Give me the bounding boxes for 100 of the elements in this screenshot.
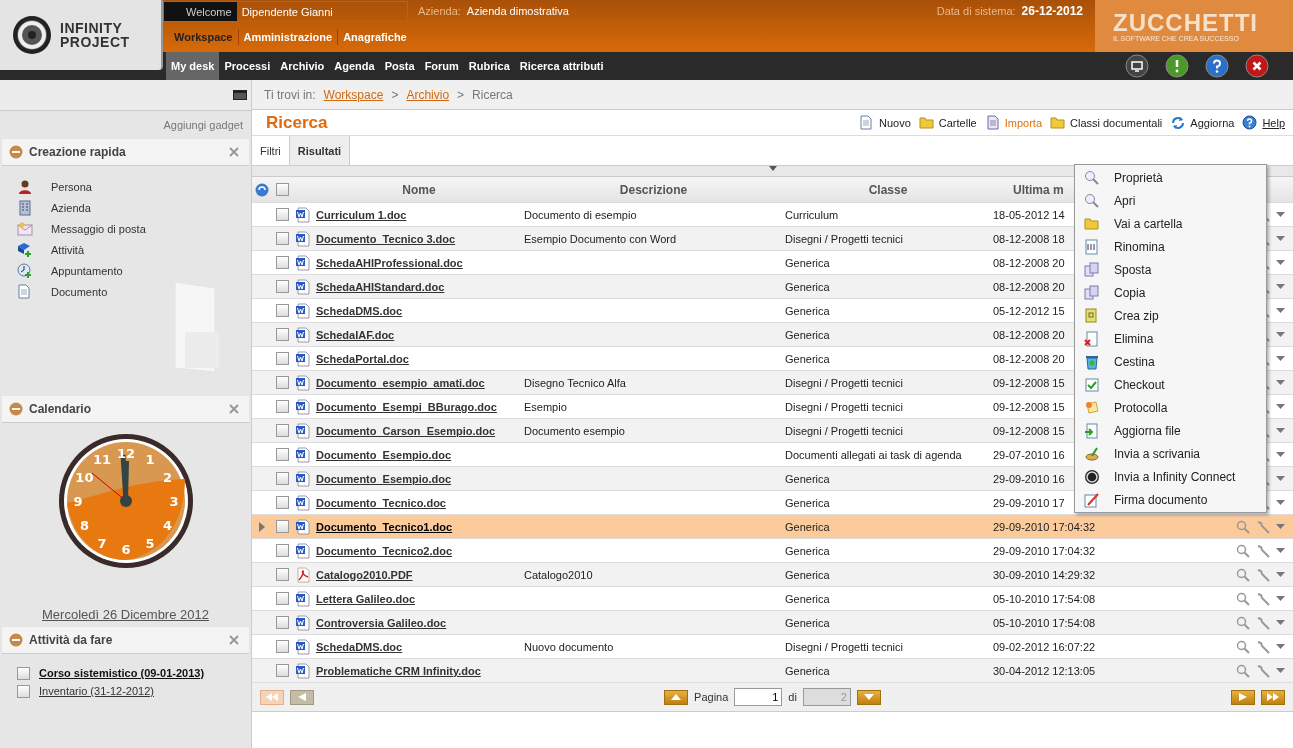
file-link[interactable]: Documento_esempio_amati.doc — [316, 376, 485, 389]
menu-item[interactable]: Aggiorna file — [1075, 419, 1266, 442]
file-link[interactable]: SchedaPortal.doc — [316, 352, 409, 365]
file-link[interactable]: SchedaDMS.doc — [316, 640, 403, 653]
column-header[interactable]: Nome — [402, 182, 436, 197]
checkbox[interactable] — [275, 568, 289, 581]
file-link[interactable]: SchedaAHIProfessional.doc — [316, 256, 463, 269]
toolbar-button[interactable]: Aggiorna — [1170, 114, 1235, 131]
checkbox[interactable] — [275, 376, 289, 389]
checkbox[interactable] — [275, 424, 289, 437]
collapse-icon[interactable] — [9, 402, 23, 416]
search-icon[interactable] — [1236, 663, 1250, 678]
menu-item[interactable]: Invia a scrivania — [1075, 442, 1266, 465]
caret-icon[interactable] — [1276, 548, 1285, 553]
caret-icon[interactable] — [1276, 212, 1285, 217]
collapse-icon[interactable] — [9, 633, 23, 647]
nav-tab[interactable]: Rubrica — [463, 52, 515, 80]
nav-tab[interactable]: My desk — [166, 52, 220, 80]
menu-tab[interactable]: Workspace — [169, 29, 239, 45]
file-link[interactable]: Catalogo2010.PDF — [316, 568, 413, 581]
file-link[interactable]: Documento_Esempi_BBurago.doc — [316, 400, 497, 413]
wrench-icon[interactable] — [1256, 591, 1270, 606]
caret-icon[interactable] — [1276, 428, 1285, 433]
toolbar-button[interactable]: Classi documentali — [1050, 114, 1163, 131]
caret-icon[interactable] — [1276, 260, 1285, 265]
nav-tab[interactable]: Forum — [419, 52, 464, 80]
help-link[interactable]: Help — [1242, 114, 1285, 131]
wrench-icon[interactable] — [1256, 615, 1270, 630]
exclamation-icon[interactable] — [1165, 54, 1189, 78]
checkbox[interactable] — [275, 664, 289, 677]
checkbox[interactable] — [275, 183, 289, 196]
menu-item[interactable]: Checkout — [1075, 373, 1266, 396]
quick-create-link[interactable]: Azienda — [51, 201, 91, 214]
caret-icon[interactable] — [1276, 500, 1285, 505]
caret-icon[interactable] — [1276, 452, 1285, 457]
wrench-icon[interactable] — [1256, 639, 1270, 654]
caret-icon[interactable] — [1276, 308, 1285, 313]
page-up-button[interactable] — [664, 689, 689, 705]
table-row[interactable]: Problematiche CRM Infinity.doc Generica 30-04-2012 12:13:05 — [252, 659, 1293, 683]
caret-icon[interactable] — [1276, 476, 1285, 481]
quick-create-link[interactable]: Attività — [51, 243, 84, 256]
file-link[interactable]: Documento_Tecnico 3.doc — [316, 232, 456, 245]
task-link[interactable]: Inventario (31-12-2012) — [39, 685, 154, 697]
file-link[interactable]: Documento_Esempio.doc — [316, 472, 452, 485]
wrench-icon[interactable] — [1256, 663, 1270, 678]
file-link[interactable]: SchedaAHIStandard.doc — [316, 280, 445, 293]
checkbox[interactable] — [275, 232, 289, 245]
file-link[interactable]: Documento_Tecnico1.doc — [316, 520, 453, 533]
close-icon[interactable] — [1245, 54, 1269, 78]
menu-item[interactable]: Invia a Infinity Connect — [1075, 465, 1266, 488]
caret-icon[interactable] — [1276, 524, 1285, 529]
menu-item[interactable]: Protocolla — [1075, 396, 1266, 419]
caret-icon[interactable] — [1276, 356, 1285, 361]
caret-icon[interactable] — [1276, 236, 1285, 241]
collapse-icon[interactable] — [9, 145, 23, 159]
search-icon[interactable] — [1236, 639, 1250, 654]
quick-create-link[interactable]: Persona — [51, 180, 92, 193]
toolbar-button[interactable]: Nuovo — [859, 114, 911, 131]
next-page-button[interactable] — [1231, 689, 1255, 705]
tab[interactable]: Risultati — [289, 136, 351, 165]
nav-tab[interactable]: Ricerca attributi — [514, 52, 609, 80]
table-row[interactable]: Catalogo2010.PDF Catalogo2010 Generica 30-09-2010 14:29:32 — [252, 563, 1293, 587]
caret-icon[interactable] — [1276, 596, 1285, 601]
checkbox[interactable] — [275, 496, 289, 509]
checkbox[interactable] — [275, 304, 289, 317]
quick-create-link[interactable]: Appuntamento — [51, 264, 123, 277]
checkbox[interactable] — [275, 400, 289, 413]
page-input[interactable]: 1 — [734, 688, 783, 706]
file-link[interactable]: Lettera Galileo.doc — [316, 592, 416, 605]
file-link[interactable]: Curriculum 1.doc — [316, 208, 407, 221]
caret-icon[interactable] — [1276, 644, 1285, 649]
file-link[interactable]: Documento_Carson_Esempio.doc — [316, 424, 496, 437]
monitor-icon[interactable] — [1125, 54, 1149, 78]
add-gadget-link[interactable]: Aggiungi gadget — [163, 119, 243, 131]
column-header[interactable]: Classe — [868, 182, 908, 197]
caret-icon[interactable] — [1276, 620, 1285, 625]
checkbox[interactable] — [275, 352, 289, 365]
wrench-icon[interactable] — [1256, 519, 1270, 534]
menu-tab[interactable]: Anagrafiche — [338, 29, 412, 45]
nav-tab[interactable]: Posta — [379, 52, 420, 80]
caret-icon[interactable] — [1276, 572, 1285, 577]
checkbox[interactable] — [275, 328, 289, 341]
file-link[interactable]: Controversia Galileo.doc — [316, 616, 447, 629]
checkbox[interactable] — [275, 592, 289, 605]
caret-icon[interactable] — [1276, 404, 1285, 409]
search-icon[interactable] — [1236, 615, 1250, 630]
wrench-icon[interactable] — [1256, 543, 1270, 558]
checkbox[interactable] — [275, 520, 289, 533]
tab[interactable]: Filtri — [252, 136, 290, 165]
checkbox[interactable] — [275, 640, 289, 653]
nav-tab[interactable]: Agenda — [329, 52, 380, 80]
search-icon[interactable] — [1236, 543, 1250, 558]
first-page-button[interactable] — [260, 689, 284, 705]
file-link[interactable]: Documento_Esempio.doc — [316, 448, 452, 461]
checkbox[interactable] — [275, 256, 289, 269]
previous-page-button[interactable] — [290, 689, 314, 705]
last-page-button[interactable] — [1261, 689, 1285, 705]
task-link[interactable]: Corso sistemistico (09-01-2013) — [39, 667, 205, 679]
wrench-icon[interactable] — [1256, 567, 1270, 582]
caret-icon[interactable] — [1276, 668, 1285, 673]
